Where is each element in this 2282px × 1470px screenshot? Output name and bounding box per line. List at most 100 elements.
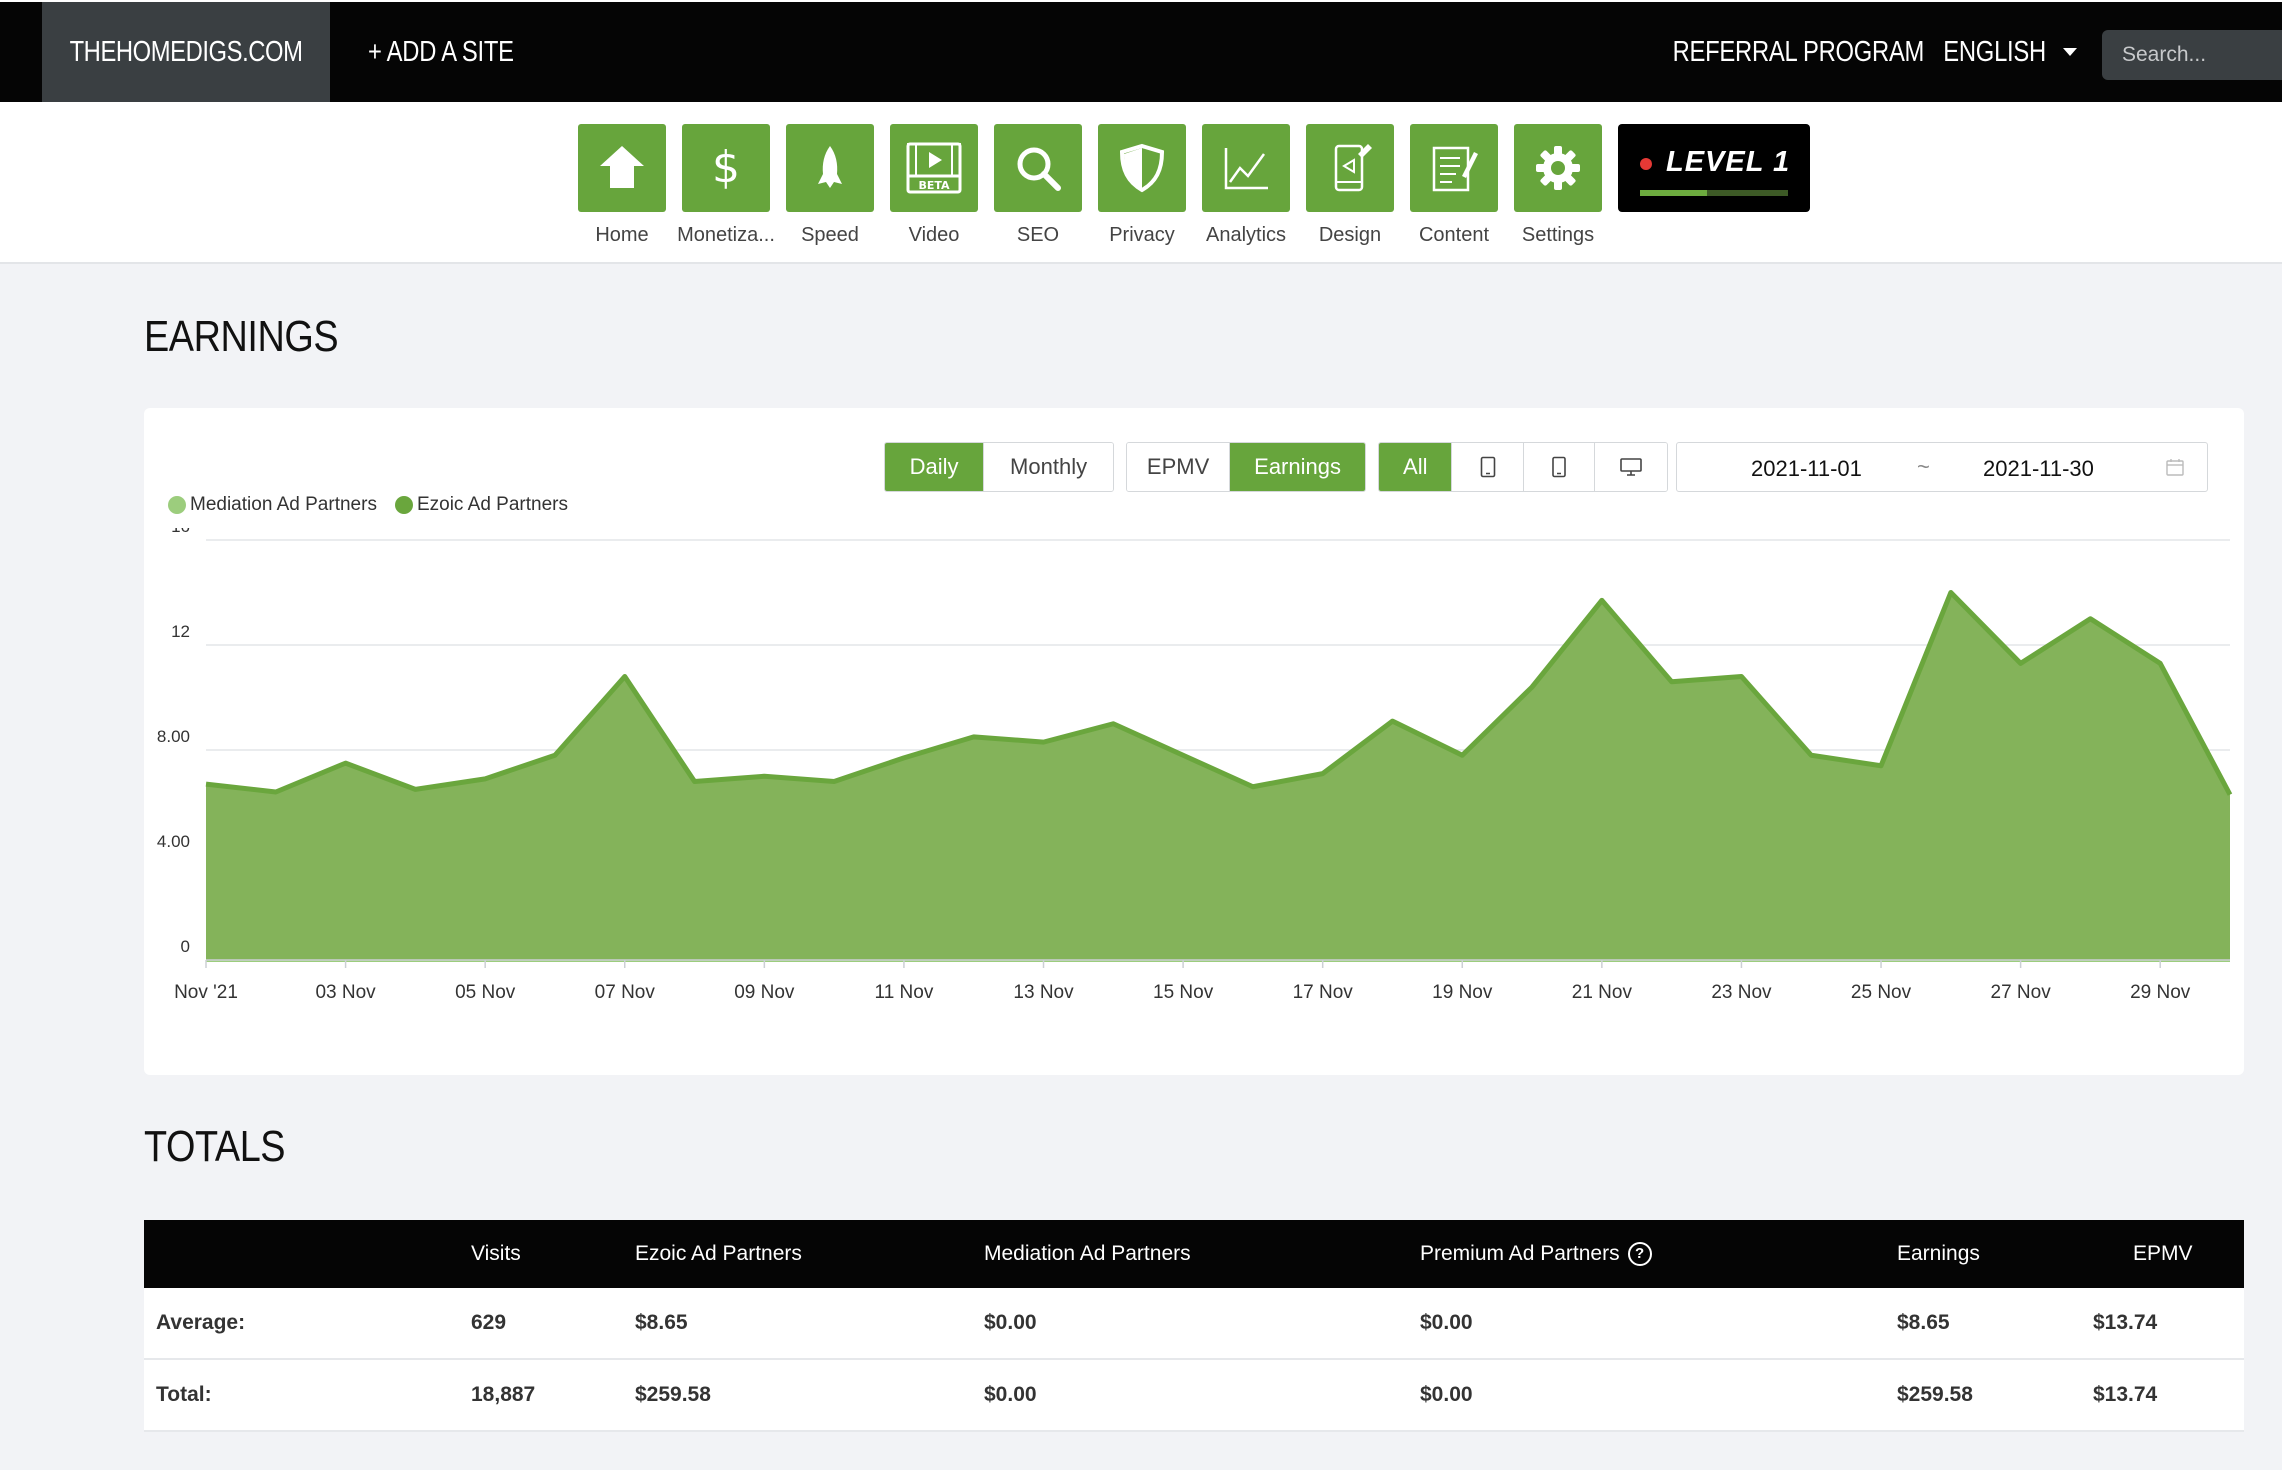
toolbar-item-label: Privacy xyxy=(1109,224,1175,246)
earnings-title: EARNINGS xyxy=(144,312,339,361)
legend-label: Mediation Ad Partners xyxy=(190,494,377,515)
x-tick-label: 05 Nov xyxy=(455,982,516,1003)
document-edit-icon xyxy=(1410,124,1498,212)
toolbar-item-label: SEO xyxy=(1016,224,1060,246)
level-badge[interactable]: LEVEL 1 xyxy=(1618,124,1810,212)
cell-ezoic: $259.58 xyxy=(635,1383,711,1406)
x-tick-label: 15 Nov xyxy=(1153,982,1214,1003)
site-brand[interactable]: THEHOMEDIGS.COM xyxy=(42,2,330,102)
top-navigation-bar: THEHOMEDIGS.COM + ADD A SITE REFERRAL PR… xyxy=(0,0,2282,102)
site-brand-label: THEHOMEDIGS.COM xyxy=(69,35,303,68)
toolbar-item-speed[interactable]: Speed xyxy=(778,124,882,247)
legend-item-ezoic[interactable]: Ezoic Ad Partners xyxy=(394,494,568,516)
column-header-mediation: Mediation Ad Partners xyxy=(984,1242,1191,1265)
desktop-button[interactable] xyxy=(1595,443,1667,491)
search-input[interactable] xyxy=(2102,30,2282,80)
date-separator: ~ xyxy=(1917,454,1930,479)
referral-program-link[interactable]: REFERRAL PROGRAM xyxy=(1645,2,1952,102)
y-tick-label: 0 xyxy=(181,937,190,956)
dollar-icon: $ xyxy=(682,124,770,212)
legend-item-mediation[interactable]: Mediation Ad Partners xyxy=(168,494,377,516)
toolbar-item-privacy[interactable]: Privacy xyxy=(1090,124,1194,247)
toolbar-item-seo[interactable]: SEO xyxy=(986,124,1090,247)
totals-table: Visits Ezoic Ad Partners Mediation Ad Pa… xyxy=(144,1220,2244,1432)
earnings-chart-card: Daily Monthly EPMV Earnings All 2021-11-… xyxy=(144,408,2244,1075)
language-dropdown[interactable]: ENGLISH xyxy=(1932,2,2077,102)
x-tick-label: 19 Nov xyxy=(1432,982,1493,1003)
column-header-earnings: Earnings xyxy=(1897,1242,1980,1265)
cell-mediation: $0.00 xyxy=(984,1383,1037,1406)
earnings-button[interactable]: Earnings xyxy=(1230,443,1365,491)
x-tick-label: 17 Nov xyxy=(1293,982,1354,1003)
x-tick-label: 09 Nov xyxy=(734,982,795,1003)
legend-swatch xyxy=(394,496,413,514)
monthly-button[interactable]: Monthly xyxy=(984,443,1113,491)
y-tick-label: 8.00 xyxy=(157,727,190,746)
row-label: Average: xyxy=(156,1311,246,1334)
toolbar-item-analytics[interactable]: Analytics xyxy=(1194,124,1298,247)
cell-premium: $0.00 xyxy=(1420,1311,1473,1334)
date-from[interactable]: 2021-11-01 xyxy=(1751,456,1862,482)
column-header-premium: Premium Ad Partners? xyxy=(1420,1220,1652,1288)
toolbar-item-label: Video xyxy=(908,224,960,246)
x-tick-label: 13 Nov xyxy=(1013,982,1074,1003)
y-tick-label: 4.00 xyxy=(157,832,190,851)
cell-epmv: $13.74 xyxy=(2093,1383,2158,1406)
level-progress-fill xyxy=(1640,190,1707,196)
add-site-label: + ADD A SITE xyxy=(367,35,514,68)
toolbar-item-home[interactable]: Home xyxy=(570,124,674,247)
all-devices-button[interactable]: All xyxy=(1379,443,1453,491)
device-toggle: All xyxy=(1378,442,1668,492)
period-toggle: Daily Monthly xyxy=(884,442,1114,492)
status-dot-icon xyxy=(1640,158,1652,170)
column-header-premium-label: Premium Ad Partners xyxy=(1420,1242,1620,1265)
help-icon[interactable]: ? xyxy=(1627,1242,1652,1266)
toolbar-item-label: Analytics xyxy=(1205,224,1287,246)
referral-program-label: REFERRAL PROGRAM xyxy=(1672,35,1925,68)
shield-icon xyxy=(1098,124,1186,212)
svg-text:$: $ xyxy=(712,142,740,193)
column-header-ezoic: Ezoic Ad Partners xyxy=(635,1242,802,1265)
x-tick-label: 23 Nov xyxy=(1711,982,1772,1003)
toolbar-item-settings[interactable]: Settings xyxy=(1506,124,1610,247)
cell-earnings: $8.65 xyxy=(1897,1311,1950,1334)
table-row-total: Total: 18,887 $259.58 $0.00 $0.00 $259.5… xyxy=(144,1360,2244,1432)
legend-swatch xyxy=(168,496,186,514)
calendar-icon[interactable] xyxy=(2165,457,2185,477)
add-site-link[interactable]: + ADD A SITE xyxy=(352,2,530,102)
totals-title: TOTALS xyxy=(144,1122,286,1171)
level-label: LEVEL 1 xyxy=(1666,146,1791,178)
x-tick-label: 29 Nov xyxy=(2130,982,2191,1003)
svg-text:BETA: BETA xyxy=(918,179,950,192)
column-header-epmv: EPMV xyxy=(2133,1242,2193,1265)
daily-button[interactable]: Daily xyxy=(885,443,985,491)
cell-mediation: $0.00 xyxy=(984,1311,1037,1334)
x-tick-label: 25 Nov xyxy=(1851,982,1912,1003)
toolbar-item-label: Monetiza... xyxy=(677,224,775,246)
date-range-picker[interactable]: 2021-11-01 ~ 2021-11-30 xyxy=(1676,442,2208,492)
epmv-button[interactable]: EPMV xyxy=(1127,443,1231,491)
toolbar-item-video[interactable]: BETA Video xyxy=(882,124,986,247)
toolbar-item-label: Home xyxy=(595,224,649,246)
tablet-icon xyxy=(1480,456,1496,478)
date-to[interactable]: 2021-11-30 xyxy=(1983,456,2094,482)
column-header-visits: Visits xyxy=(471,1242,521,1265)
toolbar-item-label: Design xyxy=(1318,224,1382,246)
toolbar-item-content[interactable]: Content xyxy=(1402,124,1506,247)
y-tick-label: 12 xyxy=(171,622,190,641)
cell-visits: 18,887 xyxy=(471,1383,536,1406)
toolbar-item-design[interactable]: Design xyxy=(1298,124,1402,247)
x-tick-label: Nov '21 xyxy=(174,982,238,1003)
toolbar-item-monetization[interactable]: $ Monetiza... xyxy=(674,124,778,247)
metric-toggle: EPMV Earnings xyxy=(1126,442,1366,492)
mobile-button[interactable] xyxy=(1523,443,1596,491)
toolbar-item-label: Content xyxy=(1418,224,1490,246)
magnifier-icon xyxy=(994,124,1082,212)
language-label: ENGLISH xyxy=(1943,35,2046,68)
x-tick-label: 11 Nov xyxy=(875,982,934,1003)
caret-down-icon xyxy=(2063,48,2077,56)
x-tick-label: 03 Nov xyxy=(315,982,376,1003)
cell-visits: 629 xyxy=(471,1311,507,1334)
tablet-button[interactable] xyxy=(1452,443,1524,491)
video-icon: BETA xyxy=(890,124,978,212)
